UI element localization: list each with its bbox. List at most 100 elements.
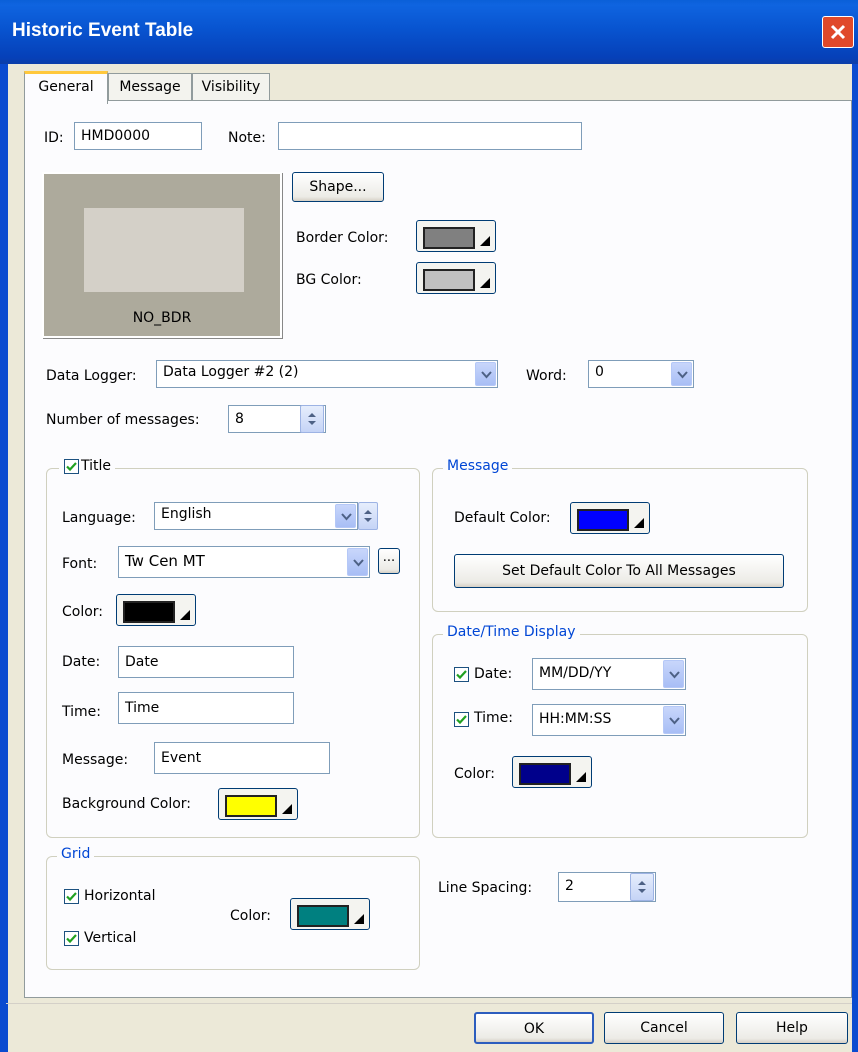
chevron-down-icon	[669, 671, 680, 679]
background-color-button[interactable]	[218, 788, 298, 820]
vertical-grid-label: Vertical	[84, 930, 137, 946]
word-select[interactable]: 0	[588, 360, 694, 388]
chevron-down-icon	[677, 371, 688, 379]
checkmark-icon	[66, 892, 77, 902]
date-display-checkbox[interactable]	[454, 667, 469, 682]
horizontal-grid-checkbox[interactable]	[64, 889, 79, 904]
font-label: Font:	[62, 556, 98, 572]
default-color-button[interactable]	[570, 502, 650, 534]
font-value: Tw Cen MT	[125, 552, 205, 570]
grid-group-legend: Grid	[57, 846, 95, 862]
border-color-swatch	[423, 227, 475, 249]
language-spinner[interactable]	[358, 502, 378, 530]
title-color-swatch	[123, 601, 175, 623]
data-logger-select[interactable]: Data Logger #2 (2)	[156, 360, 498, 388]
tab-message[interactable]: Message	[108, 73, 192, 100]
font-browse-label: ...	[382, 550, 396, 565]
bg-color-label: BG Color:	[296, 272, 362, 288]
datetime-color-swatch	[519, 763, 571, 785]
date-title-field[interactable]: Date	[118, 646, 294, 678]
close-button[interactable]	[822, 16, 854, 48]
title-bar: Historic Event Table	[0, 0, 858, 64]
tab-visibility-label: Visibility	[201, 79, 261, 95]
preview-inner-shape	[84, 208, 244, 292]
ok-button[interactable]: OK	[474, 1012, 594, 1044]
help-button[interactable]: Help	[736, 1012, 848, 1044]
background-color-label: Background Color:	[62, 796, 191, 812]
tab-visibility[interactable]: Visibility	[192, 73, 270, 100]
line-spacing-value: 2	[565, 878, 574, 894]
note-label: Note:	[228, 130, 266, 146]
time-display-checkbox[interactable]	[454, 712, 469, 727]
checkmark-icon	[66, 934, 77, 944]
shape-button[interactable]: Shape...	[292, 172, 384, 202]
triangle-icon	[354, 914, 364, 924]
triangle-icon	[480, 278, 490, 288]
title-color-button[interactable]	[116, 594, 196, 626]
preview-shape-name: NO_BDR	[132, 310, 192, 326]
datetime-color-label: Color:	[454, 766, 496, 782]
word-value: 0	[595, 364, 604, 380]
datetime-group-legend: Date/Time Display	[443, 624, 580, 640]
grid-color-swatch	[297, 905, 349, 927]
close-icon	[830, 24, 846, 40]
grid-color-button[interactable]	[290, 898, 370, 930]
date-format-value: MM/DD/YY	[539, 665, 612, 681]
spinner-arrows-icon	[308, 413, 316, 425]
border-color-label: Border Color:	[296, 230, 389, 246]
vertical-grid-checkbox[interactable]	[64, 931, 79, 946]
dropdown-button[interactable]	[671, 362, 692, 386]
time-title-label: Time:	[62, 704, 101, 720]
window-title: Historic Event Table	[12, 20, 194, 41]
language-select[interactable]: English	[154, 502, 358, 530]
border-color-button[interactable]	[416, 220, 496, 252]
word-label: Word:	[526, 368, 567, 384]
bg-color-button[interactable]	[416, 262, 496, 294]
datetime-color-button[interactable]	[512, 756, 592, 788]
id-field[interactable]: HMD0000	[74, 122, 202, 150]
cancel-button[interactable]: Cancel	[604, 1012, 724, 1044]
time-format-value: HH:MM:SS	[539, 711, 612, 727]
set-default-color-label: Set Default Color To All Messages	[502, 563, 736, 579]
message-title-label: Message:	[62, 752, 129, 768]
footer-divider	[6, 1003, 852, 1004]
date-format-select[interactable]: MM/DD/YY	[532, 658, 686, 690]
message-group-legend: Message	[443, 458, 513, 474]
time-title-field[interactable]: Time	[118, 692, 294, 724]
message-title-field[interactable]: Event	[154, 742, 330, 774]
title-legend-label: Title	[81, 458, 112, 474]
id-label: ID:	[44, 130, 64, 146]
message-group: Message	[432, 458, 808, 612]
time-format-select[interactable]: HH:MM:SS	[532, 704, 686, 736]
date-title-label: Date:	[62, 654, 101, 670]
num-messages-spinner[interactable]	[300, 405, 324, 433]
font-select[interactable]: Tw Cen MT	[118, 546, 370, 578]
line-spacing-spinner[interactable]	[630, 873, 654, 901]
font-browse-button[interactable]: ...	[378, 548, 400, 574]
dropdown-button[interactable]	[335, 504, 356, 528]
date-display-label: Date:	[474, 666, 513, 682]
checkmark-icon	[456, 715, 467, 725]
set-default-color-button[interactable]: Set Default Color To All Messages	[454, 554, 784, 588]
triangle-icon	[282, 804, 292, 814]
dropdown-button[interactable]	[475, 362, 496, 386]
chevron-down-icon	[669, 717, 680, 725]
num-messages-value: 8	[235, 411, 244, 427]
title-checkbox[interactable]	[64, 459, 79, 474]
dialog-window: Historic Event Table General Message Vis…	[0, 0, 858, 1052]
help-label: Help	[776, 1020, 808, 1036]
note-field[interactable]	[278, 122, 582, 150]
chevron-down-icon	[481, 371, 492, 379]
dropdown-button[interactable]	[663, 660, 684, 688]
time-display-label: Time:	[474, 710, 513, 726]
tab-general-label: General	[38, 79, 94, 95]
language-value: English	[161, 506, 212, 522]
spinner-arrows-icon	[638, 881, 646, 893]
title-color-label: Color:	[62, 604, 104, 620]
shape-button-label: Shape...	[309, 179, 367, 195]
triangle-icon	[576, 772, 586, 782]
dropdown-button[interactable]	[663, 706, 684, 734]
dropdown-button[interactable]	[347, 548, 368, 576]
tab-general[interactable]: General	[24, 71, 108, 104]
default-color-swatch	[577, 509, 629, 531]
